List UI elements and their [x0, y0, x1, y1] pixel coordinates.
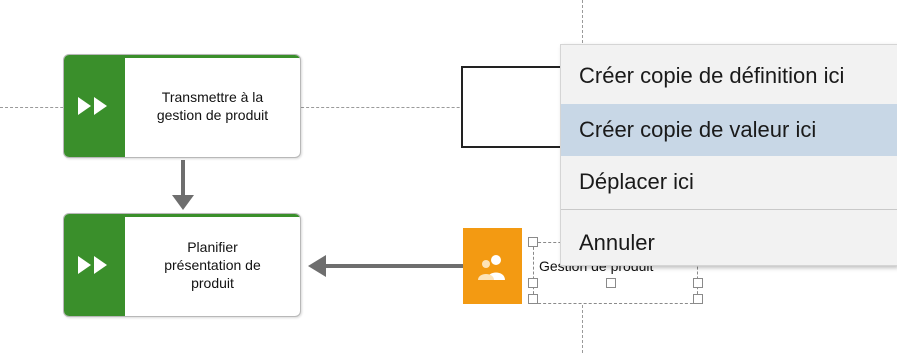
menu-item-create-value-copy[interactable]: Créer copie de valeur ici	[561, 104, 897, 156]
menu-item-create-definition-copy[interactable]: Créer copie de définition ici	[561, 50, 897, 102]
down-arrow-connector[interactable]	[172, 160, 194, 210]
context-menu: Créer copie de définition ici Créer copi…	[560, 44, 897, 266]
menu-item-cancel[interactable]: Annuler	[561, 217, 897, 269]
menu-item-move-here[interactable]: Déplacer ici	[561, 156, 897, 208]
resize-handle[interactable]	[528, 237, 538, 247]
resize-handle[interactable]	[693, 294, 703, 304]
resize-handle[interactable]	[528, 278, 538, 288]
process-transmettre[interactable]: Transmettre à la gestion de produit	[63, 54, 301, 158]
left-arrow-connector[interactable]	[308, 255, 463, 277]
process-planifier[interactable]: Planifier présentation de produit	[63, 213, 301, 317]
menu-separator	[561, 209, 897, 210]
resize-handle[interactable]	[693, 278, 703, 288]
fast-forward-icon	[78, 256, 107, 274]
fast-forward-icon	[78, 97, 107, 115]
resize-handle[interactable]	[606, 278, 616, 288]
process-label: Transmettre à la gestion de produit	[156, 89, 269, 123]
process-label: Planifier présentation de produit	[164, 239, 261, 291]
resize-handle[interactable]	[528, 294, 538, 304]
people-group-icon	[478, 255, 505, 280]
diagram-canvas[interactable]: Transmettre à la gestion de produit Plan…	[0, 0, 897, 353]
